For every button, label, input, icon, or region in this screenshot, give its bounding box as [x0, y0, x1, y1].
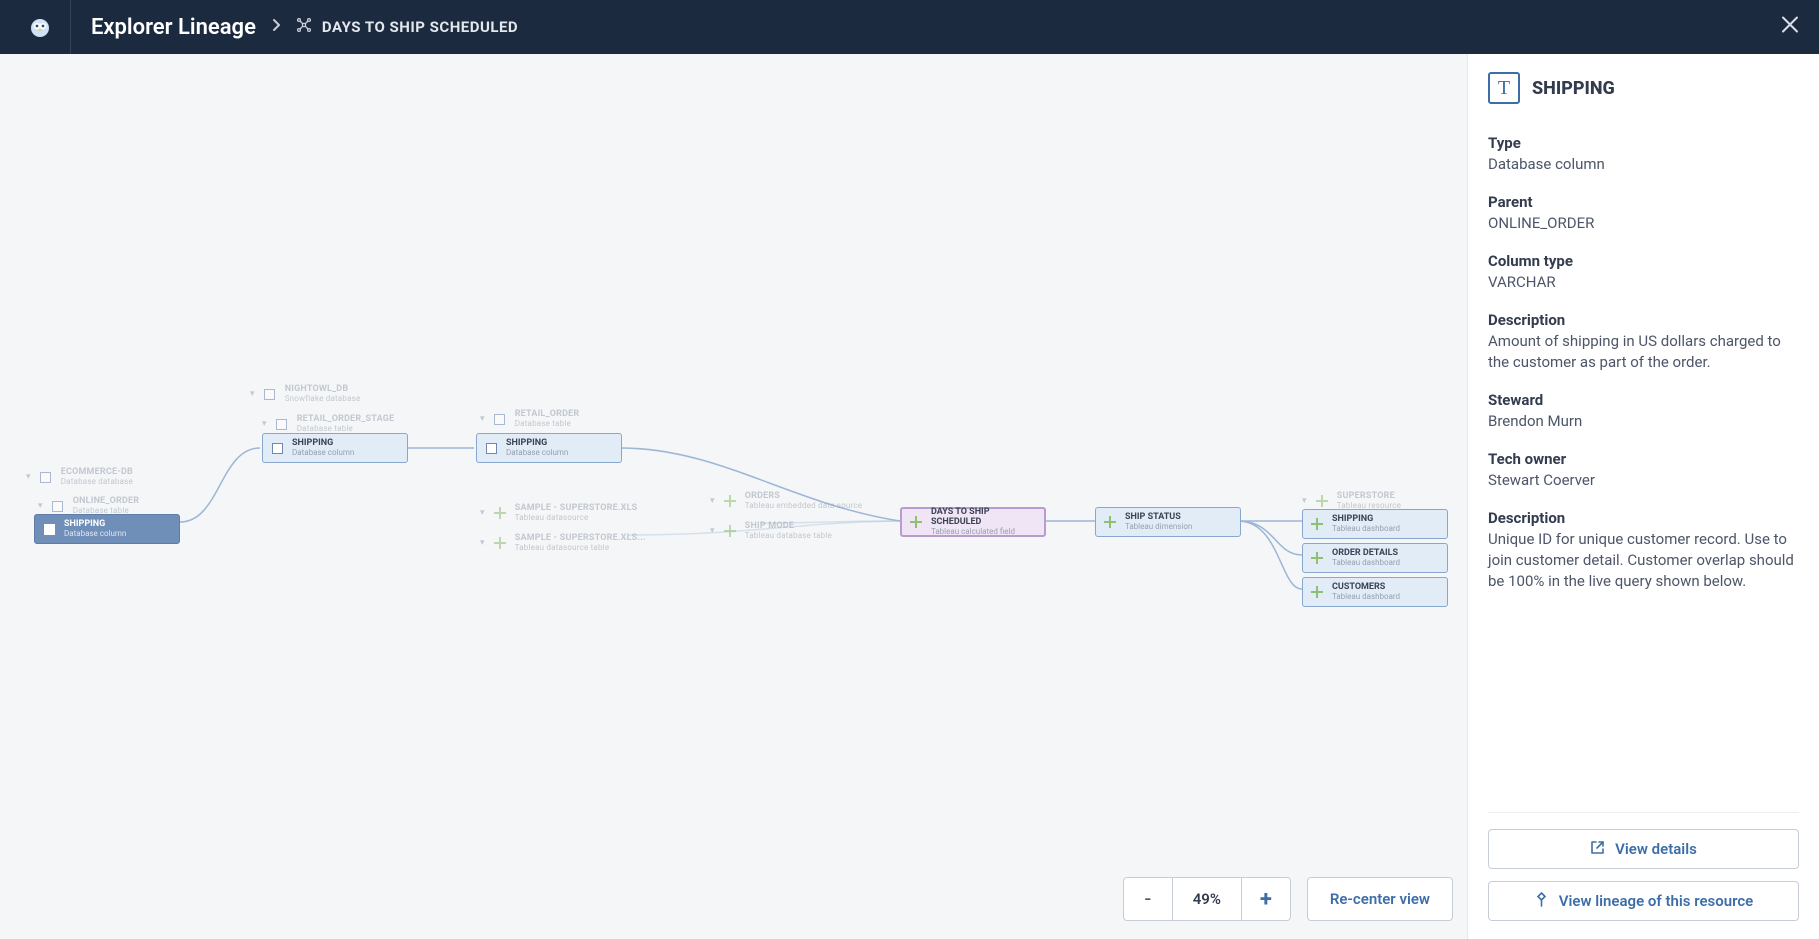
- chevron-down-icon: ▾: [250, 389, 255, 399]
- close-button[interactable]: [1781, 15, 1799, 40]
- zoom-toolbar: - 49% + Re-center view: [1123, 877, 1453, 921]
- view-lineage-label: View lineage of this resource: [1559, 892, 1754, 910]
- node-shipping-stage[interactable]: SHIPPING Database column: [262, 433, 408, 463]
- chevron-down-icon: ▾: [262, 419, 267, 429]
- chevron-down-icon: ▾: [710, 526, 715, 536]
- field-column-type: Column type VARCHAR: [1488, 252, 1799, 293]
- field-steward: Steward Brendon Murn: [1488, 391, 1799, 432]
- group-nightowl-db[interactable]: ▾ NIGHTOWL_DB Snowflake database: [250, 380, 360, 408]
- node-order-details-dashboard[interactable]: ORDER DETAILS Tableau dashboard: [1302, 543, 1448, 573]
- lineage-canvas[interactable]: ▾ ECOMMERCE-DB Database database ▾ ONLIN…: [0, 54, 1467, 939]
- tableau-icon: [1309, 550, 1325, 566]
- header-divider: [70, 0, 71, 54]
- zoom-level: 49%: [1172, 878, 1242, 920]
- page-title: Explorer Lineage: [91, 15, 256, 40]
- chevron-down-icon: ▾: [1302, 496, 1307, 506]
- chevron-down-icon: ▾: [710, 496, 715, 506]
- chevron-down-icon: ▾: [480, 538, 485, 548]
- column-icon: [269, 440, 285, 456]
- tableau-icon: [1102, 514, 1118, 530]
- database-icon: [38, 469, 54, 485]
- chevron-down-icon: ▾: [480, 414, 485, 424]
- view-lineage-button[interactable]: View lineage of this resource: [1488, 881, 1799, 921]
- app-logo[interactable]: [20, 7, 60, 47]
- node-ship-status[interactable]: SHIP STATUS Tableau dimension: [1095, 507, 1241, 537]
- group-orders[interactable]: ▾ ORDERS Tableau embedded data source: [710, 487, 862, 515]
- column-icon: [41, 521, 57, 537]
- chevron-down-icon: ▾: [38, 501, 43, 511]
- tableau-icon: [1314, 493, 1330, 509]
- zoom-out-button[interactable]: -: [1124, 878, 1172, 920]
- owl-icon: [28, 15, 52, 39]
- group-ship-mode[interactable]: ▾ SHIP MODE Tableau database table: [710, 517, 832, 545]
- node-shipping-retail[interactable]: SHIPPING Database column: [476, 433, 622, 463]
- field-description-2: Description Unique ID for unique custome…: [1488, 509, 1799, 592]
- details-sidebar: T SHIPPING Type Database column Parent O…: [1467, 54, 1819, 939]
- tableau-icon: [722, 523, 738, 539]
- group-sample-superstore[interactable]: ▾ SAMPLE - SUPERSTORE.XLS Tableau dataso…: [480, 499, 637, 527]
- field-description-1: Description Amount of shipping in US dol…: [1488, 311, 1799, 373]
- tableau-icon: [908, 514, 924, 530]
- tableau-icon: [492, 505, 508, 521]
- tableau-icon: [492, 535, 508, 551]
- app-header: Explorer Lineage DAYS TO SHIP SCHEDULED: [0, 0, 1819, 54]
- chevron-right-icon: [270, 19, 282, 35]
- table-icon: [492, 411, 508, 427]
- group-sample-superstore-table[interactable]: ▾ SAMPLE - SUPERSTORE.XLS... Tableau dat…: [480, 529, 646, 557]
- node-days-to-ship-scheduled[interactable]: DAYS TO SHIP SCHEDULED Tableau calculate…: [900, 507, 1046, 537]
- type-icon: T: [1488, 72, 1520, 104]
- group-ecommerce-db[interactable]: ▾ ECOMMERCE-DB Database database: [26, 463, 133, 491]
- node-shipping-source[interactable]: SHIPPING Database column: [34, 514, 180, 544]
- node-shipping-dashboard[interactable]: SHIPPING Tableau dashboard: [1302, 509, 1448, 539]
- database-icon: [262, 386, 278, 402]
- table-icon: [274, 416, 290, 432]
- zoom-group: - 49% +: [1123, 877, 1291, 921]
- view-details-label: View details: [1615, 840, 1697, 858]
- field-tech-owner: Tech owner Stewart Coerver: [1488, 450, 1799, 491]
- view-details-button[interactable]: View details: [1488, 829, 1799, 869]
- sidebar-title: SHIPPING: [1532, 78, 1615, 99]
- group-retail-order[interactable]: ▾ RETAIL_ORDER Database table: [480, 405, 579, 433]
- locate-icon: [1534, 892, 1549, 911]
- chevron-down-icon: ▾: [480, 508, 485, 518]
- external-link-icon: [1590, 840, 1605, 859]
- zoom-in-button[interactable]: +: [1242, 878, 1290, 920]
- lineage-icon: [296, 17, 312, 37]
- tableau-icon: [1309, 516, 1325, 532]
- field-parent: Parent ONLINE_ORDER: [1488, 193, 1799, 234]
- node-customers-dashboard[interactable]: CUSTOMERS Tableau dashboard: [1302, 577, 1448, 607]
- breadcrumb-current[interactable]: DAYS TO SHIP SCHEDULED: [322, 18, 518, 36]
- recenter-button[interactable]: Re-center view: [1307, 877, 1453, 921]
- chevron-down-icon: ▾: [26, 472, 31, 482]
- tableau-icon: [1309, 584, 1325, 600]
- field-type: Type Database column: [1488, 134, 1799, 175]
- column-icon: [483, 440, 499, 456]
- tableau-icon: [722, 493, 738, 509]
- table-icon: [50, 498, 66, 514]
